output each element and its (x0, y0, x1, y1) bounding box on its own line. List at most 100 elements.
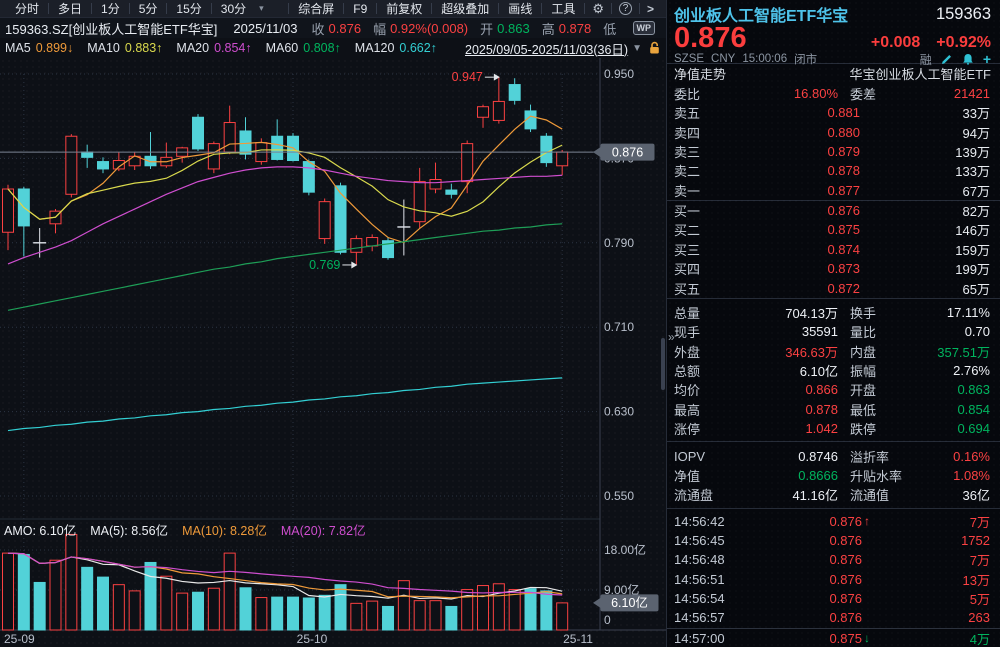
help-icon[interactable]: ? (619, 2, 632, 15)
tab-period-5[interactable]: 15分 (167, 0, 210, 17)
tab-period-2[interactable]: 多日 (49, 0, 91, 17)
stat-label: 量比 (838, 322, 934, 341)
ma-label: MA120 (355, 41, 395, 55)
stat-label: 总额 (674, 361, 732, 380)
svg-text:0.630: 0.630 (604, 405, 634, 419)
tab-period-1[interactable]: 分时 (6, 0, 48, 17)
buy-level-row[interactable]: 买二0.875146万 (667, 220, 1000, 239)
ma-value: 0.662↑ (399, 41, 437, 55)
y-axis-labels: 0.630 (604, 405, 634, 419)
field-收: 收0.876 (312, 19, 362, 38)
level-label: 买五 (674, 279, 732, 298)
buy-level-row[interactable]: 买四0.873199万 (667, 259, 1000, 278)
toolbar-item-4[interactable]: 超级叠加 (432, 0, 498, 17)
scrollbar-thumb[interactable] (661, 338, 665, 390)
sell-level-row[interactable]: 卖一0.87767万 (667, 181, 1000, 200)
tab-period-4[interactable]: 5分 (130, 0, 167, 17)
weibi-values: 委比16.80%委差21421 (667, 84, 1000, 103)
level-price: 0.881 (732, 105, 860, 120)
kline-chart[interactable]: 0.9500.8700.7900.7100.6300.55018.00亿9.00… (0, 58, 666, 647)
stats-row: IOPV0.8746溢折率0.16% (667, 446, 1000, 465)
quote-date: 2025/11/03 (233, 21, 297, 36)
stat-label: 均价 (674, 380, 732, 399)
buy-level-row[interactable]: 买三0.874159万 (667, 240, 1000, 259)
level-volume: 82万 (860, 201, 990, 220)
add-watchlist-icon[interactable]: + (983, 54, 991, 64)
stat-label: 现手 (674, 322, 732, 341)
tab-period-3[interactable]: 1分 (92, 0, 129, 17)
stats-row: 最高0.878最低0.854 (667, 400, 1000, 419)
amo-item: AMO: 6.10亿 (4, 520, 76, 539)
buy-level-row[interactable]: 买一0.87682万 (667, 201, 1000, 220)
symbol-label: 159363.SZ[创业板人工智能ETF华宝] (5, 19, 217, 38)
panel-collapse-handle[interactable]: » (668, 330, 675, 344)
toolbar-item-6[interactable]: 工具 (542, 0, 584, 17)
stat-value: 36亿 (934, 485, 990, 504)
volume-legend-bar: AMO: 6.10亿MA(5): 8.56亿MA(10): 8.28亿MA(20… (4, 520, 366, 539)
nav-trend-label[interactable]: 净值走势 (674, 64, 726, 83)
ma-label: MA10 (87, 41, 120, 55)
field-低: 低 (603, 19, 620, 38)
x-axis-labels: 25-10 (297, 632, 328, 646)
ma-label: MA20 (176, 41, 209, 55)
level-price: 0.880 (732, 125, 860, 140)
chevron-down-icon[interactable]: ▼ (632, 43, 642, 54)
level-label: 卖五 (674, 103, 732, 122)
stat-value: 346.63万 (732, 342, 838, 361)
sell-level-row[interactable]: 卖三0.879139万 (667, 142, 1000, 161)
stats-block: 总量704.13万换手17.11%现手35591量比0.70外盘346.63万内… (667, 299, 1000, 443)
unlock-icon[interactable] (648, 41, 661, 55)
stats-row: 均价0.866开盘0.863 (667, 380, 1000, 399)
stats-row: 总量704.13万换手17.11% (667, 303, 1000, 322)
wp-badge-icon[interactable]: WP (633, 21, 656, 35)
stat-label: 振幅 (838, 361, 934, 380)
tick-time: 14:57:00 (674, 631, 740, 646)
level-label: 买四 (674, 259, 732, 278)
nav-row[interactable]: 净值走势 华宝创业板人工智能ETF (667, 64, 1000, 84)
level-price: 0.879 (732, 144, 860, 159)
sell-level-row[interactable]: 卖二0.878133万 (667, 161, 1000, 180)
stats-row: 总额6.10亿振幅2.76% (667, 361, 1000, 380)
stat-label: 委比 (674, 84, 732, 103)
svg-text:0.790: 0.790 (604, 236, 634, 250)
stat-label: 外盘 (674, 342, 732, 361)
chevron-right-icon[interactable]: > (640, 2, 660, 16)
toolbar-item-1[interactable]: 综合屏 (289, 0, 343, 17)
y-axis-labels: 0.710 (604, 320, 634, 334)
date-range-link[interactable]: 2025/09/05-2025/11/03(36日) (465, 39, 628, 58)
stat-value: 704.13万 (732, 303, 838, 322)
field-value: 0.863 (497, 21, 530, 36)
tab-period-6[interactable]: 30分 (212, 0, 255, 17)
tick-row: 14:56:480.8767万 (667, 550, 1000, 569)
chart-grid (0, 58, 666, 630)
ma-item-MA20: MA200.854↑ (176, 41, 251, 55)
toolbar-item-3[interactable]: 前复权 (377, 0, 431, 17)
tick-arrow-icon: ↑ (862, 514, 878, 528)
field-开: 开0.863 (480, 19, 530, 38)
level-volume: 67万 (860, 181, 990, 200)
buy-level-row[interactable]: 买五0.87265万 (667, 278, 1000, 297)
ma-item-MA10: MA100.883↑ (87, 41, 162, 55)
toolbar-separator (611, 3, 612, 14)
toolbar-item-5[interactable]: 画线 (499, 0, 541, 17)
toolbar-item-2[interactable]: F9 (344, 2, 376, 16)
stat-label: 内盘 (838, 342, 934, 361)
stat-label: 溢折率 (838, 447, 934, 466)
field-label: 幅 (373, 19, 386, 38)
volume-bars (3, 534, 568, 630)
ma-item-MA5: MA50.899↓ (5, 41, 73, 55)
tick-volume: 7万 (878, 512, 990, 531)
tick-volume: 7万 (878, 550, 990, 569)
tick-price: 0.876 (740, 533, 862, 548)
sell-level-row[interactable]: 卖四0.88094万 (667, 123, 1000, 142)
stat-value: 2.76% (934, 363, 990, 378)
y-axis-labels: 0.550 (604, 489, 634, 503)
gear-icon[interactable]: ⚙ (585, 1, 611, 17)
stat-value: 0.70 (934, 324, 990, 339)
tick-time: 14:56:57 (674, 610, 740, 625)
level-label: 卖二 (674, 161, 732, 180)
period-more-caret-icon[interactable]: ▾ (255, 3, 268, 14)
sell-level-row[interactable]: 卖五0.88133万 (667, 103, 1000, 122)
tick-price: 0.876 (740, 552, 862, 567)
stat-value: 0.878 (732, 402, 838, 417)
